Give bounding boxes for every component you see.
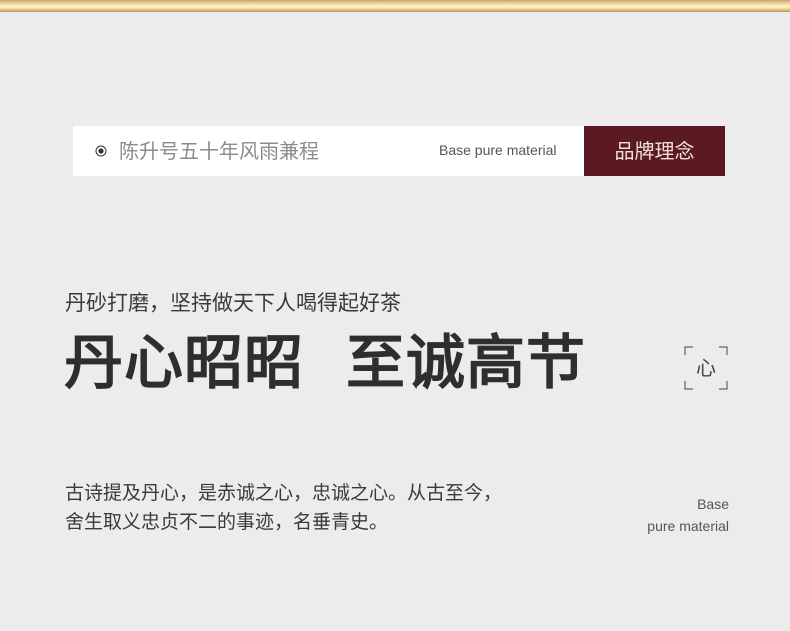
bullet-dot-icon <box>95 145 107 157</box>
body-paragraph: 古诗提及丹心，是赤诚之心，忠诚之心。从古至今， 舍生取义忠贞不二的事迹，名垂青史… <box>65 479 502 537</box>
body-line-1: 古诗提及丹心，是赤诚之心，忠诚之心。从古至今， <box>65 482 503 504</box>
side-note-line-1: Base <box>697 496 729 512</box>
headline-part-1: 丹心昭昭 <box>64 328 305 397</box>
body-line-2: 舍生取义忠贞不二的事迹，名垂青史。 <box>65 511 389 533</box>
brand-philosophy-button[interactable]: 品牌理念 <box>584 126 725 176</box>
hero-kicker: 丹砂打磨，坚持做天下人喝得起好茶 <box>65 291 401 315</box>
side-note: Base pure material <box>600 493 729 537</box>
headline-part-2: 至诚高节 <box>346 328 587 397</box>
hero-headline: 丹心昭昭 至诚高节 <box>64 326 586 400</box>
gold-top-strip <box>0 0 790 12</box>
seal-character: 心 <box>696 356 716 380</box>
slogan-text: 陈升号五十年风雨兼程 <box>119 139 319 163</box>
side-note-line-2: pure material <box>647 518 729 534</box>
slogan-subtitle: Base pure material <box>439 142 557 158</box>
